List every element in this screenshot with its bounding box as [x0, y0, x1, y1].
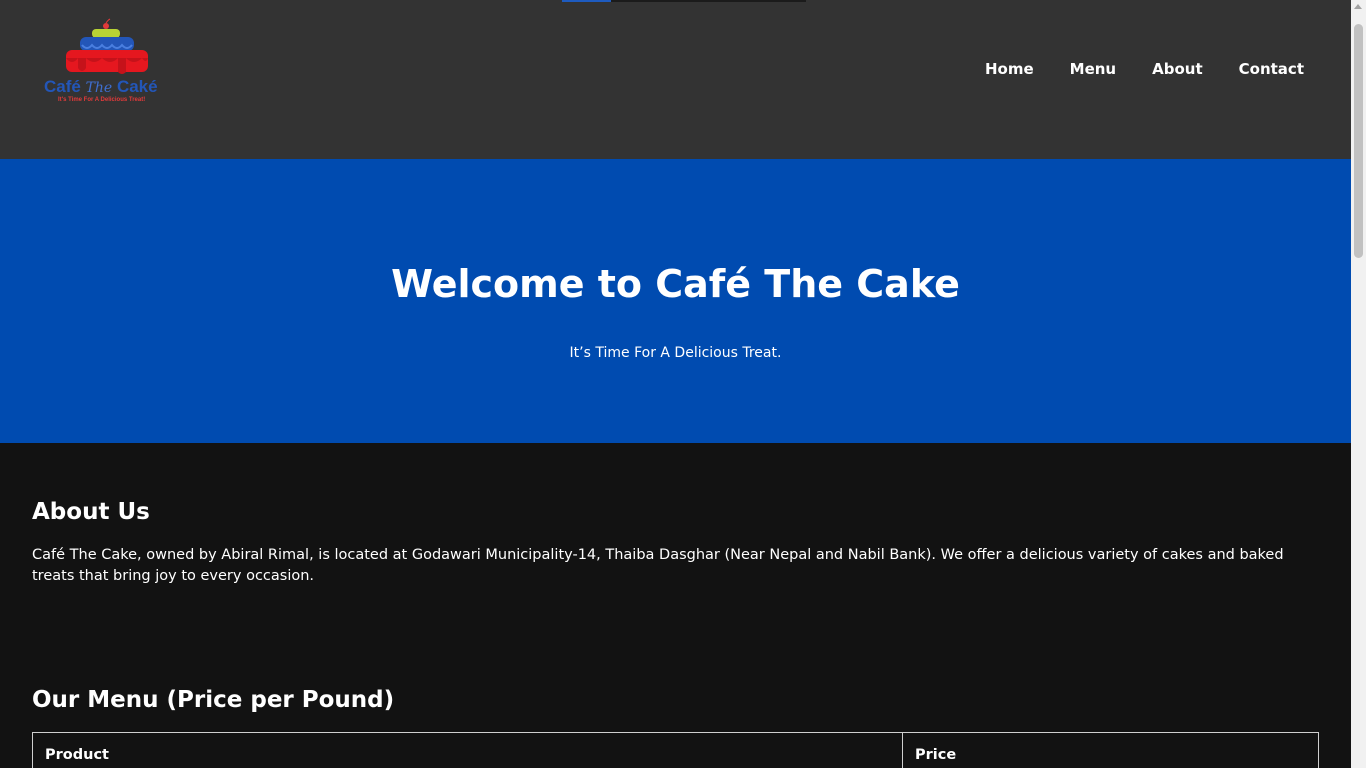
site-header: Café The Caké It's Time For A Delicious …	[0, 0, 1351, 159]
loading-progress-bar	[562, 0, 806, 2]
column-header-price: Price	[902, 732, 1319, 768]
scroll-up-arrow-icon[interactable]	[1354, 4, 1362, 9]
brand-slogan: It's Time For A Delicious Treat!	[58, 97, 146, 103]
menu-section: Our Menu (Price per Pound) Product Price	[0, 587, 1351, 768]
scrollbar-thumb[interactable]	[1354, 24, 1363, 258]
about-text: Café The Cake, owned by Abiral Rimal, is…	[32, 547, 1284, 584]
loading-progress-fill	[562, 0, 611, 2]
brand-name: Café The Caké	[44, 77, 174, 97]
hero-subtitle: It’s Time For A Delicious Treat.	[569, 345, 782, 361]
page: Café The Caké It's Time For A Delicious …	[0, 0, 1351, 768]
about-section: About Us Café The Cake, owned by Abiral …	[0, 443, 1351, 587]
brand-name-part2: The	[85, 80, 113, 96]
nav-link-home[interactable]: Home	[985, 60, 1034, 78]
main-nav: Home Menu About Contact	[985, 60, 1304, 78]
menu-heading: Our Menu (Price per Pound)	[32, 687, 395, 713]
about-heading: About Us	[32, 499, 150, 525]
brand-name-part1: Café	[44, 77, 86, 96]
site-logo[interactable]: Café The Caké It's Time For A Delicious …	[40, 18, 172, 110]
brand-name-part3: Caké	[112, 77, 158, 96]
vertical-scrollbar[interactable]	[1351, 0, 1366, 768]
nav-link-contact[interactable]: Contact	[1239, 60, 1304, 78]
nav-link-about[interactable]: About	[1152, 60, 1203, 78]
hero-title: Welcome to Café The Cake	[391, 262, 960, 306]
cake-logo-icon	[66, 18, 148, 74]
table-header-row: Product Price	[32, 732, 1319, 768]
menu-table: Product Price	[32, 732, 1319, 768]
column-header-product: Product	[32, 732, 903, 768]
nav-link-menu[interactable]: Menu	[1070, 60, 1116, 78]
hero-banner: Welcome to Café The Cake It’s Time For A…	[0, 159, 1351, 443]
